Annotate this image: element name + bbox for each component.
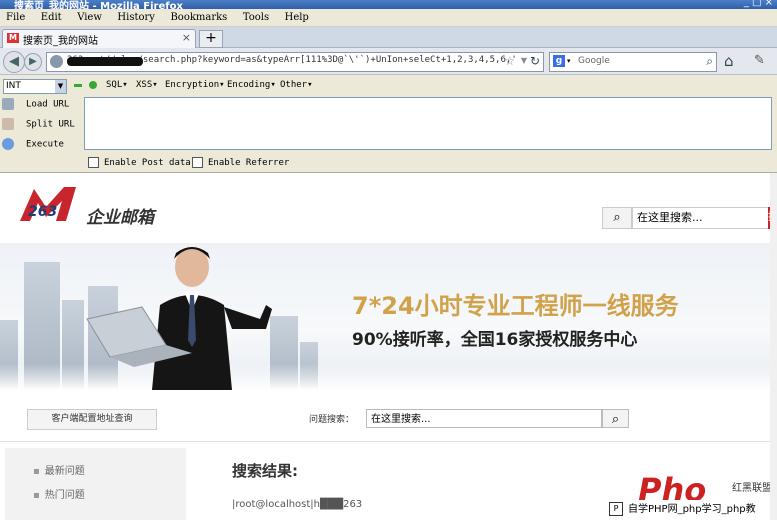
tab-label: 搜索页_我的网站 <box>23 36 98 47</box>
menu-encoding[interactable]: Encoding▾ <box>227 80 276 90</box>
menu-view[interactable]: View <box>77 9 102 26</box>
enable-referrer-label: Enable Referrer <box>208 158 290 168</box>
bookmark-star-icon[interactable]: ☆ <box>504 54 515 68</box>
search-icon[interactable]: ⌕ <box>706 54 713 69</box>
businessman-image <box>86 247 272 390</box>
page-scrollbar[interactable] <box>770 173 777 520</box>
sidebar: 最新问题 热门问题 <box>5 448 186 520</box>
type-select[interactable]: INT ▼ <box>3 79 67 94</box>
window-title-bar: 搜索页_我的网站 - Mozilla Firefox _ □ × <box>0 0 777 9</box>
banner-subline: 90%接听率，全国16家授权服务中心 <box>352 330 638 350</box>
watermark-line: P 自学PHP网_php学习_php教 <box>607 500 777 520</box>
browser-search-box[interactable]: g ▾ Google ⌕ <box>549 52 717 72</box>
hackbar-panel: INT ▼ SQL▾ XSS▾ Encryption▾ Encoding▾ Ot… <box>0 75 777 173</box>
chevron-down-icon[interactable]: ▼ <box>55 80 66 93</box>
reload-icon[interactable]: ↻ <box>530 54 540 68</box>
enable-referrer-checkbox[interactable]: Enable Referrer <box>192 157 289 168</box>
menu-tools[interactable]: Tools <box>243 9 269 26</box>
back-arrow-icon[interactable]: ◀ <box>3 51 25 73</box>
client-config-button[interactable]: 客户端配置地址查询 <box>27 409 157 430</box>
sidebar-item-latest[interactable]: 最新问题 <box>33 462 85 477</box>
execute-icon <box>2 138 14 150</box>
results-title: 搜索结果: <box>232 462 298 480</box>
load-url-label: Load URL <box>26 99 70 110</box>
checkbox-box[interactable] <box>88 157 99 168</box>
logo-text: 企业邮箱 <box>86 208 154 228</box>
checkbox-box[interactable] <box>192 157 203 168</box>
search-icon[interactable]: ⌕ <box>602 409 629 428</box>
hero-banner: 7*24小时专业工程师一线服务 90%接听率，全国16家授权服务中心 <box>0 243 770 390</box>
engine-dropdown-icon[interactable]: ▾ <box>567 57 571 65</box>
menu-other[interactable]: Other▾ <box>280 80 313 90</box>
menu-sql[interactable]: SQL▾ <box>106 80 128 90</box>
google-icon[interactable]: g <box>553 55 565 67</box>
site-search-input[interactable]: 在这里搜索... <box>632 207 770 229</box>
php-icon: P <box>609 502 623 516</box>
url-bar[interactable]: 263.net//plus/search.php?keyword=as&type… <box>46 52 544 72</box>
dropdown-arrow-icon[interactable]: ▼ <box>521 56 527 65</box>
question-search-label: 问题搜索： <box>309 415 355 425</box>
redacted-domain <box>67 57 143 66</box>
menu-bar: File Edit View History Bookmarks Tools H… <box>0 9 777 27</box>
search-icon[interactable]: ⌕ <box>602 207 632 229</box>
site-favicon-icon: M <box>7 33 19 43</box>
type-select-value: INT <box>6 81 21 91</box>
menu-encryption[interactable]: Encryption▾ <box>165 80 225 90</box>
tab-search-page[interactable]: M 搜索页_我的网站 × <box>2 29 196 48</box>
execute-button[interactable]: Execute <box>2 138 64 150</box>
window-controls[interactable]: _ □ × <box>744 0 773 8</box>
menu-help[interactable]: Help <box>285 9 309 26</box>
menu-bookmarks[interactable]: Bookmarks <box>170 9 227 26</box>
banner-headline: 7*24小时专业工程师一线服务 <box>352 292 679 320</box>
logo-number: 263 <box>28 204 58 220</box>
new-tab-button[interactable]: + <box>199 30 223 48</box>
decrease-icon[interactable] <box>74 84 82 87</box>
load-url-button[interactable]: Load URL <box>2 98 69 110</box>
menu-history[interactable]: History <box>117 9 155 26</box>
split-url-icon <box>2 118 14 130</box>
execute-label: Execute <box>26 139 64 150</box>
question-search-input[interactable]: 在这里搜索... <box>366 409 602 428</box>
navigation-bar: ◀ ▶ 263.net//plus/search.php?keyword=as&… <box>0 48 777 75</box>
close-tab-icon[interactable]: × <box>182 31 191 44</box>
search-engine-placeholder: Google <box>578 56 610 66</box>
menu-file[interactable]: File <box>6 9 25 26</box>
load-url-icon <box>2 98 14 110</box>
split-url-label: Split URL <box>26 119 75 130</box>
hackbar-textarea[interactable] <box>84 97 772 150</box>
sidebar-item-hot[interactable]: 热门问题 <box>33 486 85 501</box>
increase-icon[interactable] <box>89 81 97 89</box>
watermark-brand: 红黑联盟 <box>732 483 772 494</box>
result-line: |root@localhost|h███263 <box>232 499 363 510</box>
tab-strip: M 搜索页_我的网站 × + <box>0 27 777 48</box>
site-identity-icon <box>50 55 63 68</box>
addon-icon[interactable]: ✎ <box>754 53 765 68</box>
site-search: ⌕ 在这里搜索... 搜 <box>602 207 777 229</box>
menu-xss[interactable]: XSS▾ <box>136 80 158 90</box>
web-page: 263 企业邮箱 ⌕ 在这里搜索... 搜 7*24小时专业工程师一线服务 90… <box>0 173 777 520</box>
window-title: 搜索页_我的网站 - Mozilla Firefox <box>14 1 183 9</box>
split-url-button[interactable]: Split URL <box>2 118 75 130</box>
forward-arrow-icon[interactable]: ▶ <box>24 53 42 71</box>
enable-post-data-checkbox[interactable]: Enable Post data <box>88 157 191 168</box>
home-icon[interactable]: ⌂ <box>724 52 734 70</box>
enable-post-data-label: Enable Post data <box>104 158 191 168</box>
menu-edit[interactable]: Edit <box>41 9 62 26</box>
site-logo[interactable]: 263 企业邮箱 <box>16 183 186 230</box>
query-bar: 客户端配置地址查询 问题搜索： 在这里搜索... ⌕ <box>0 391 770 442</box>
watermark-text: 自学PHP网_php学习_php教 <box>628 504 756 515</box>
